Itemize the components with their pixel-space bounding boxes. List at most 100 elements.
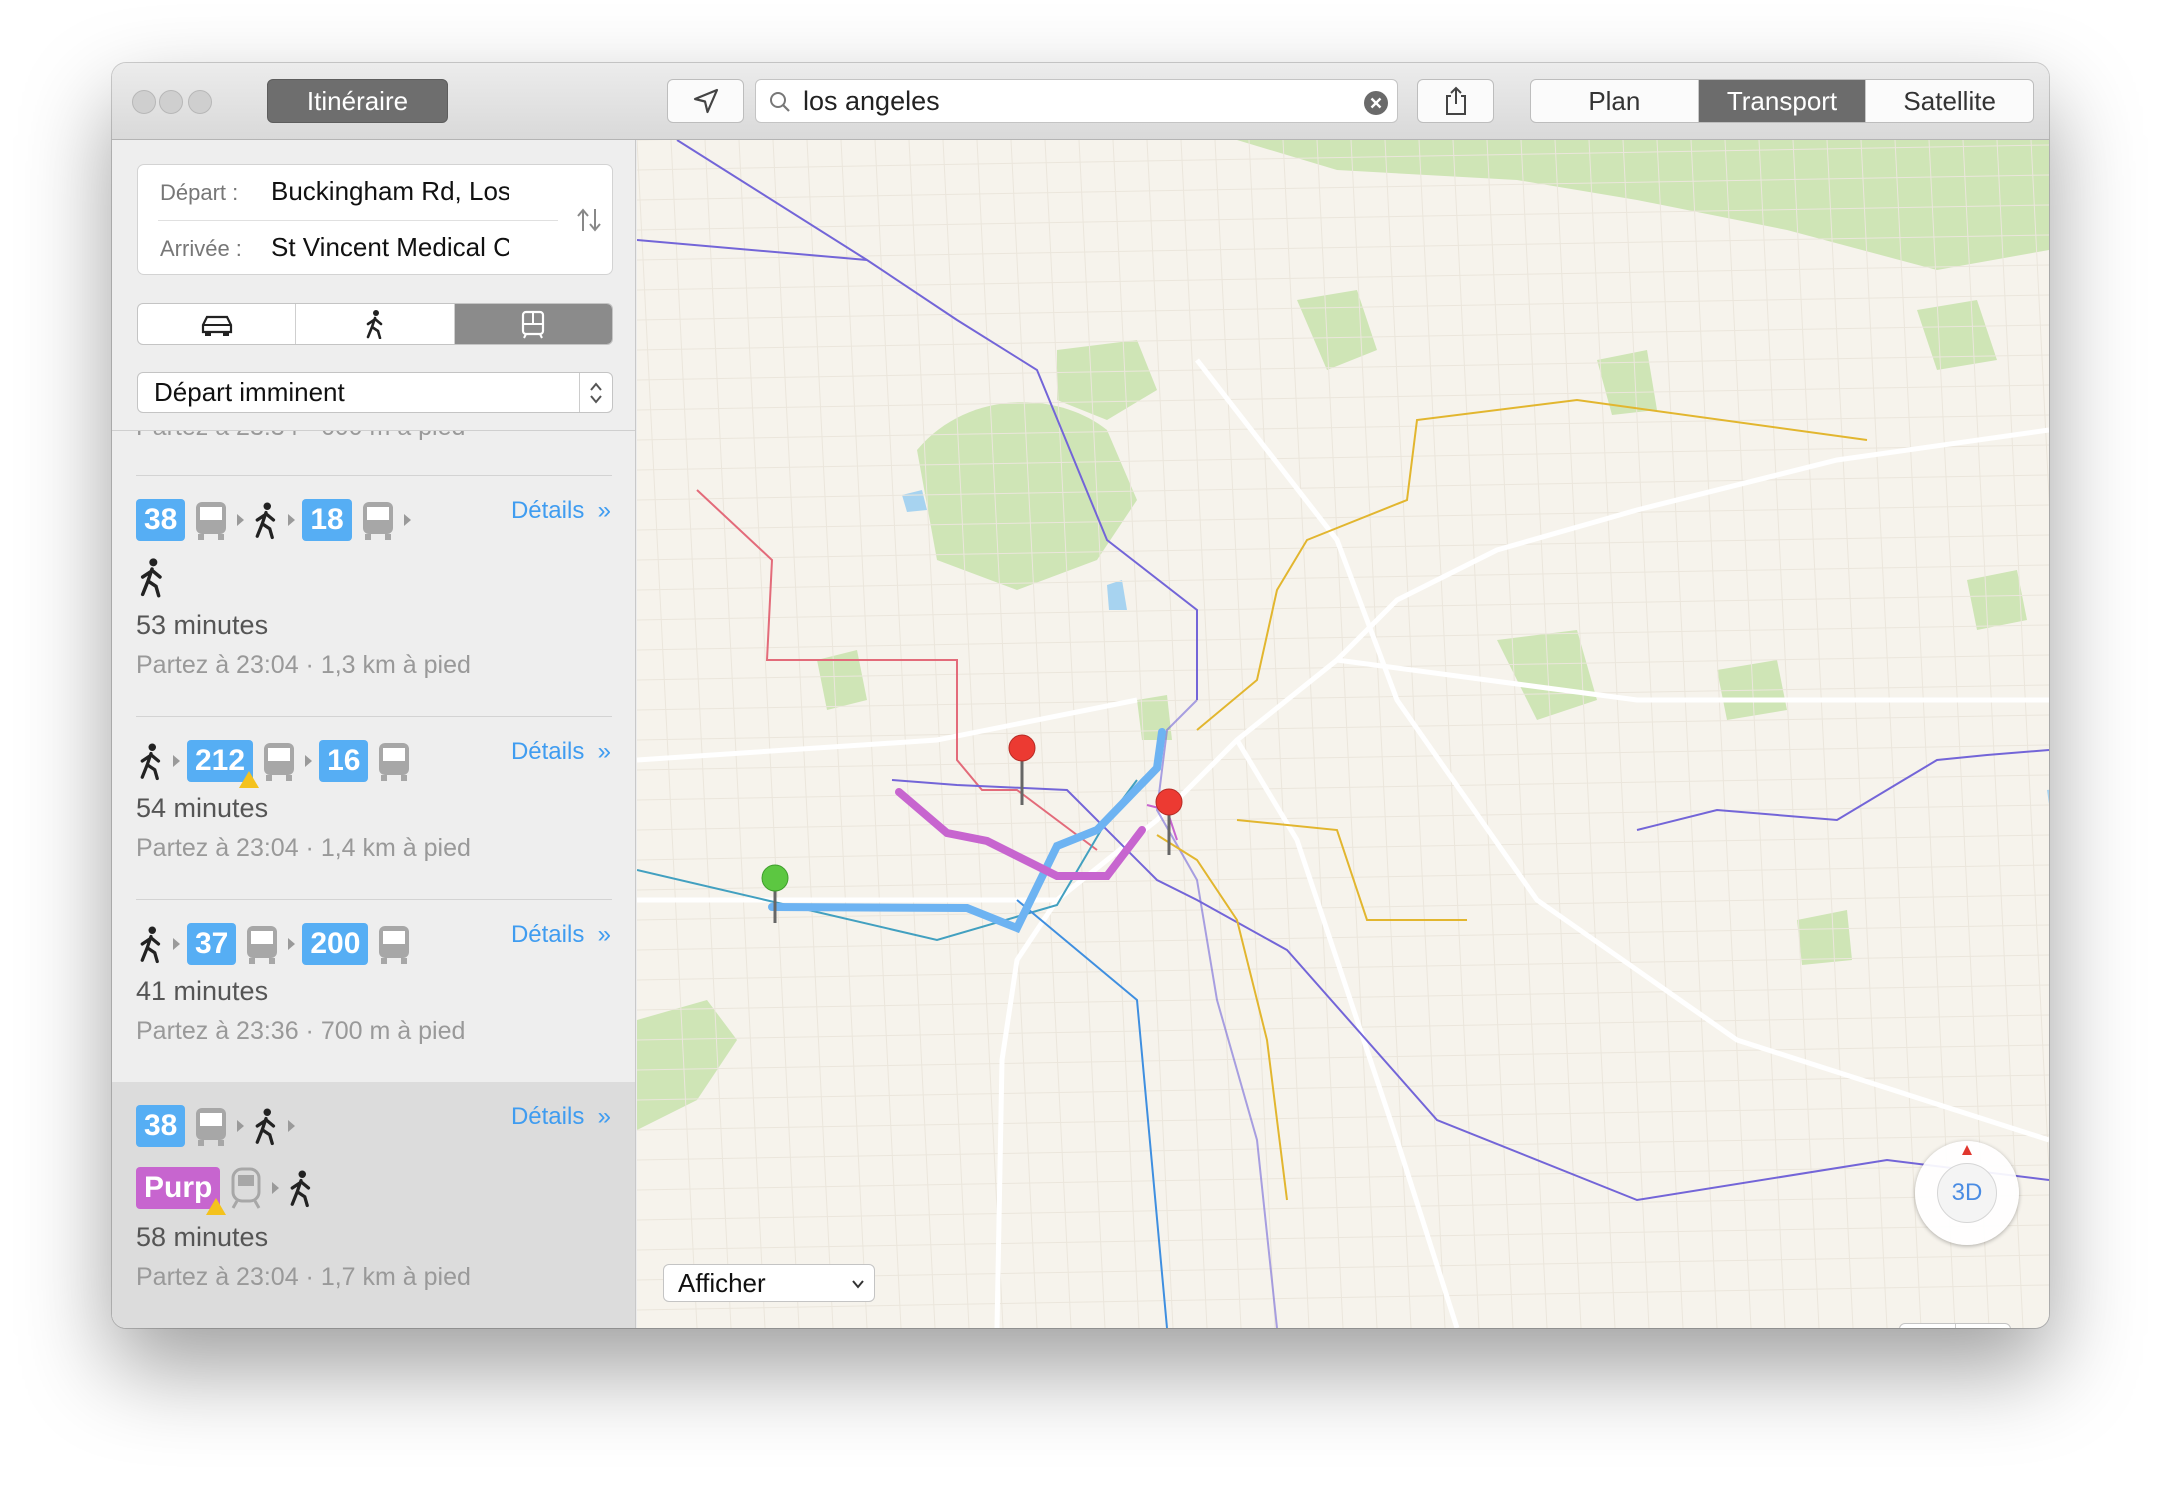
route-departure: Partez à 23:04 · 1,4 km à pied: [136, 834, 471, 862]
route-duration: 41 minutes: [136, 976, 269, 1006]
search-icon: [770, 92, 790, 112]
search-field[interactable]: los angeles: [755, 79, 1398, 123]
street-line: [772, 140, 834, 1328]
map-type-segmented-control: Plan Transport Satellite: [1530, 79, 2034, 123]
street-line: [637, 864, 2049, 891]
walking-icon: [256, 1108, 276, 1146]
major-roads: [637, 358, 2049, 1328]
street-line: [1588, 140, 1650, 1328]
street-line: [1520, 140, 1582, 1328]
street-line: [1860, 140, 1922, 1328]
bus-icon: [264, 743, 295, 781]
street-line: [1690, 140, 1752, 1328]
map-view[interactable]: Afficher 3D − +: [637, 140, 2049, 1328]
route-duration: 58 minutes: [136, 1222, 269, 1252]
clear-search-icon[interactable]: [1363, 90, 1389, 116]
route-option-3[interactable]: 37 200 Détails » 41 minutes Partez à 23:…: [112, 900, 635, 1082]
compass-3d-button[interactable]: 3D: [1915, 1141, 2019, 1245]
show-options-label: Afficher: [678, 1268, 766, 1298]
street-line: [637, 594, 2049, 621]
current-location-button[interactable]: [667, 79, 744, 123]
line-badge: 18: [302, 499, 352, 541]
street-line: [637, 1104, 2049, 1131]
chevron-right-icon: [272, 1182, 280, 1194]
street-line: [1622, 140, 1684, 1328]
chevron-right-icon: [237, 514, 245, 526]
directions-button-label: Itinéraire: [306, 85, 409, 116]
street-line: [1010, 140, 1072, 1328]
warning-icon: [239, 771, 260, 788]
bus-icon: [247, 926, 278, 964]
search-input[interactable]: los angeles: [803, 80, 940, 122]
zoom-window-button[interactable]: [188, 90, 212, 114]
zoom-in-button[interactable]: +: [1956, 1324, 2011, 1329]
street-line: [637, 1074, 2049, 1101]
route-option-1[interactable]: 38 18 Détails » 53 minutes Partez à 23:0…: [112, 476, 635, 716]
departure-time-select[interactable]: Départ imminent: [137, 372, 613, 413]
location-arrow-icon: [693, 88, 718, 114]
directions-card: Départ : Buckingham Rd, Los Arrivée : St…: [137, 164, 613, 275]
chevron-down-icon: [852, 1280, 864, 1289]
street-line: [637, 1224, 2049, 1251]
show-options-select[interactable]: Afficher: [663, 1264, 875, 1302]
mode-walking[interactable]: [296, 304, 455, 344]
zoom-out-button[interactable]: −: [1900, 1324, 1956, 1328]
line-badge: 16: [319, 740, 369, 782]
tab-transport[interactable]: Transport: [1698, 80, 1867, 122]
street-line: [637, 804, 2049, 831]
share-button[interactable]: [1417, 79, 1494, 123]
street-line: [637, 140, 698, 1328]
route-option-2[interactable]: 212 16 Détails » 54 minutes Partez à 23:…: [112, 717, 635, 899]
street-line: [1384, 140, 1446, 1328]
mode-transit[interactable]: [454, 304, 612, 344]
line-badge: 38: [136, 1105, 186, 1147]
minimize-window-button[interactable]: [159, 90, 183, 114]
street-line: [1486, 140, 1548, 1328]
street-line: [637, 474, 2049, 501]
chevron-right-icon: [288, 514, 296, 526]
street-line: [637, 1044, 2049, 1071]
street-line: [637, 1194, 2049, 1221]
map-canvas[interactable]: [637, 140, 2049, 1328]
swap-icon[interactable]: [574, 205, 604, 235]
up-down-chevron-icon: [579, 373, 612, 412]
street-line: [1418, 140, 1480, 1328]
walking-icon: [140, 558, 162, 598]
mode-driving[interactable]: [138, 304, 297, 344]
chevron-right-icon: [288, 1120, 296, 1132]
details-link[interactable]: Détails »: [511, 497, 611, 525]
warning-icon: [206, 1198, 227, 1215]
directions-button[interactable]: Itinéraire: [267, 79, 448, 123]
details-link[interactable]: Détails »: [511, 1103, 611, 1131]
route-departure: Partez à 23:04 · 1,3 km à pied: [136, 651, 471, 679]
street-line: [637, 1134, 2049, 1161]
details-link[interactable]: Détails »: [511, 921, 611, 949]
bus-icon: [362, 502, 393, 540]
tab-plan[interactable]: Plan: [1531, 80, 1699, 122]
toolbar: Itinéraire los angeles Plan Transport Sa…: [112, 63, 2049, 140]
train-icon: [231, 1167, 261, 1209]
bus-icon: [196, 502, 227, 540]
tab-satellite[interactable]: Satellite: [1866, 80, 2033, 122]
chevron-right-icon: [305, 755, 313, 767]
end-field[interactable]: St Vincent Medical C: [271, 232, 509, 263]
share-icon: [1445, 86, 1466, 115]
street-line: [637, 744, 2049, 771]
chevron-right-icon: [173, 755, 180, 767]
maps-window: Itinéraire los angeles Plan Transport Sa…: [112, 63, 2049, 1328]
start-pin: [761, 864, 789, 923]
destination-pin: [1008, 734, 1036, 805]
route-list[interactable]: Partez à 23:34 · 600 m à pied 38 18 Déta…: [112, 430, 635, 1328]
start-field[interactable]: Buckingham Rd, Los: [271, 176, 509, 207]
walking-icon: [140, 926, 161, 964]
route-option-4[interactable]: 38 Purp Détails » 58 minutes Partez à 23…: [112, 1082, 635, 1328]
street-line: [2030, 140, 2049, 507]
close-window-button[interactable]: [132, 90, 156, 114]
chevron-right-icon: [237, 1120, 245, 1132]
street-line: [637, 264, 2049, 291]
street-line: [637, 1014, 2049, 1041]
partial-route-text: Partez à 23:34 · 600 m à pied: [136, 431, 465, 442]
3d-label: 3D: [1937, 1163, 1997, 1223]
car-icon: [201, 315, 232, 336]
details-link[interactable]: Détails »: [511, 738, 611, 766]
